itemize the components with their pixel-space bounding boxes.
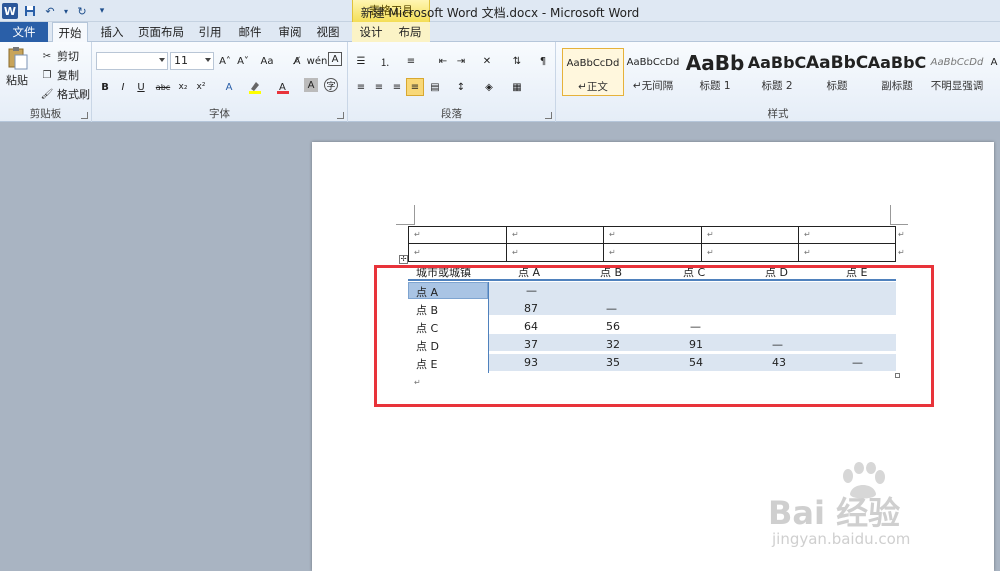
cell-end-mark: ↵: [804, 230, 811, 239]
table-move-handle-icon[interactable]: ✢: [399, 255, 408, 264]
cell-end-mark: ↵: [804, 248, 811, 257]
annotation-highlight-box: [374, 265, 934, 407]
cell-end-mark: ↵: [609, 248, 616, 257]
row-end-mark: ↵: [898, 230, 905, 239]
cell-end-mark: ↵: [707, 248, 714, 257]
cell-end-mark: ↵: [414, 248, 421, 257]
cell-end-mark: ↵: [512, 248, 519, 257]
cell-end-mark: ↵: [512, 230, 519, 239]
row-end-mark: ↵: [898, 248, 905, 257]
cell-end-mark: ↵: [414, 230, 421, 239]
cell-end-mark: ↵: [609, 230, 616, 239]
watermark-url: jingyan.baidu.com: [772, 530, 911, 548]
watermark-brand: Bai 经验: [768, 494, 901, 532]
baidu-jingyan-watermark: Bai 经验 jingyan.baidu.com: [760, 462, 990, 560]
cell-end-mark: ↵: [707, 230, 714, 239]
